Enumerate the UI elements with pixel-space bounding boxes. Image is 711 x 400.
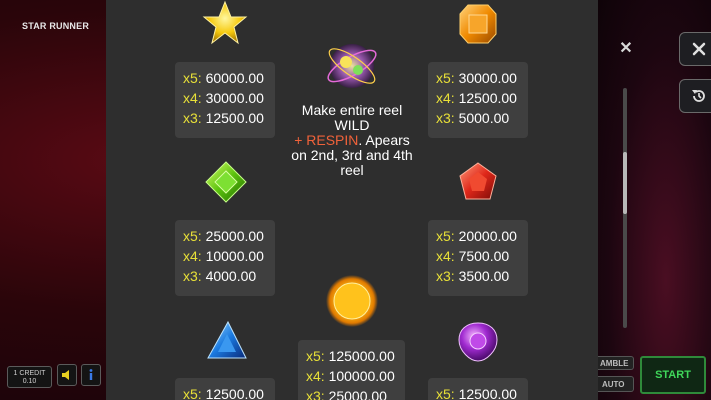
pay-row: x5: 20000.00 bbox=[436, 228, 517, 244]
pay-row: x4: 7500.00 bbox=[436, 248, 510, 264]
wild-line1: Make entire reel bbox=[301, 102, 403, 118]
pay-row: x5: 12500.00 bbox=[436, 386, 517, 400]
wild-line2: WILD bbox=[334, 117, 370, 133]
green-gem-icon bbox=[205, 161, 247, 203]
pay-row: x4: 100000.00 bbox=[306, 368, 395, 384]
start-button[interactable]: START bbox=[640, 356, 706, 394]
paybox-sun: x5: 125000.00 x4: 100000.00 x3: 25000.00 bbox=[298, 340, 405, 400]
paytable-panel: x5: 60000.00 x4: 30000.00 x3: 12500.00 x… bbox=[106, 0, 598, 400]
paybox-red: x5: 20000.00 x4: 7500.00 x3: 3500.00 bbox=[428, 220, 528, 296]
wild-line3: + RESPIN. Apears on 2nd, 3rd and 4th ree… bbox=[286, 133, 418, 178]
pay-row: x5: 60000.00 bbox=[183, 70, 264, 86]
history-button[interactable] bbox=[679, 79, 711, 113]
red-gem-icon bbox=[459, 162, 497, 200]
pay-row: x5: 25000.00 bbox=[183, 228, 264, 244]
credit-value-box[interactable]: 1 CREDIT 0.10 bbox=[7, 366, 52, 388]
orange-gem-icon bbox=[459, 4, 497, 44]
credit-value: 0.10 bbox=[22, 378, 37, 385]
star-gem-icon bbox=[202, 0, 248, 45]
pay-row: x4: 12500.00 bbox=[436, 90, 517, 106]
credit-label: 1 CREDIT bbox=[13, 370, 46, 377]
purple-gem-icon bbox=[458, 322, 498, 362]
paybox-orange: x5: 30000.00 x4: 12500.00 x3: 5000.00 bbox=[428, 62, 528, 138]
pay-row: x5: 12500.00 bbox=[183, 386, 264, 400]
gamble-button[interactable]: AMBLE bbox=[598, 356, 634, 370]
pay-row: x3: 5000.00 bbox=[436, 110, 510, 126]
respin-label: + RESPIN bbox=[294, 132, 359, 148]
paybox-green: x5: 25000.00 x4: 10000.00 x3: 4000.00 bbox=[175, 220, 275, 296]
info-icon bbox=[89, 369, 93, 380]
blue-gem-icon bbox=[207, 320, 247, 359]
close-icon[interactable]: ✕ bbox=[617, 40, 635, 58]
info-button[interactable] bbox=[81, 364, 101, 386]
paybox-purple: x5: 12500.00 bbox=[428, 378, 528, 400]
sun-scatter-icon bbox=[326, 275, 378, 327]
wild-description: Make entire reel WILD + RESPIN. Apears o… bbox=[286, 103, 418, 178]
game-title: STAR RUNNER bbox=[22, 21, 90, 31]
speaker-icon bbox=[62, 370, 69, 380]
paybox-blue: x5: 12500.00 bbox=[175, 378, 275, 400]
pay-row: x3: 12500.00 bbox=[183, 110, 264, 126]
scrollbar-thumb[interactable] bbox=[623, 152, 627, 214]
pay-row: x3: 3500.00 bbox=[436, 268, 510, 284]
wild-orb-icon bbox=[327, 44, 377, 88]
pay-row: x3: 25000.00 bbox=[306, 388, 387, 400]
pay-row: x3: 4000.00 bbox=[183, 268, 257, 284]
pay-row: x4: 10000.00 bbox=[183, 248, 264, 264]
close-button[interactable] bbox=[679, 32, 711, 66]
pay-row: x5: 30000.00 bbox=[436, 70, 517, 86]
pay-row: x4: 30000.00 bbox=[183, 90, 264, 106]
sound-button[interactable] bbox=[57, 364, 77, 386]
auto-button[interactable]: AUTO bbox=[598, 376, 634, 392]
history-icon bbox=[692, 90, 705, 102]
pay-row: x5: 125000.00 bbox=[306, 348, 395, 364]
close-icon bbox=[692, 42, 706, 56]
paybox-star: x5: 60000.00 x4: 30000.00 x3: 12500.00 bbox=[175, 62, 275, 138]
